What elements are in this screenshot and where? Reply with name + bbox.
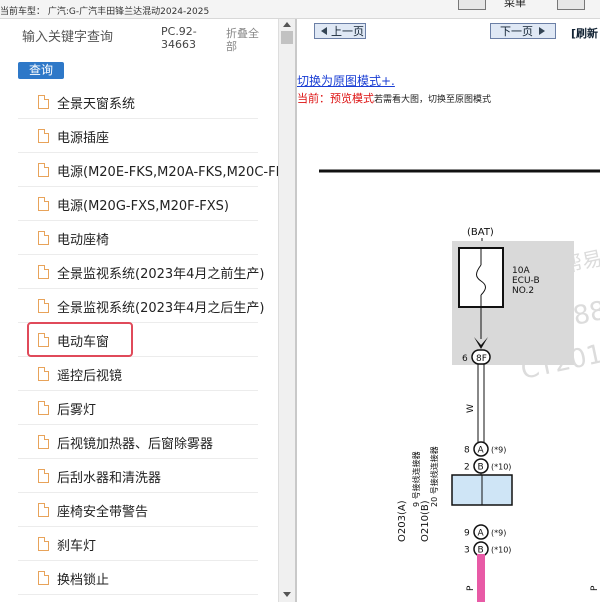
document-icon (38, 367, 49, 381)
tree-list: 全景天窗系统 电源插座电源(M20E-FKS,M20A-FKS,M20C-FKS 电… (0, 64, 278, 602)
connector-name: 9 号接线连接器 (411, 451, 421, 507)
manual-code-line: 34663 (161, 38, 196, 51)
bat-label: (BAT) (467, 227, 494, 238)
terminal-code: 8F (476, 354, 487, 364)
wire-p-color: P (466, 585, 476, 591)
connector-id: O210(B) (420, 500, 431, 542)
manual-code-line: PC.92- (161, 25, 197, 38)
tree-item-label: 电源(M20E-FKS,M20A-FKS,M20C-FKS (57, 165, 278, 180)
tree-item-label: 电源插座 (57, 131, 110, 146)
document-icon (38, 401, 49, 415)
fuse-name: ECU-B (512, 276, 540, 286)
scroll-up-icon[interactable] (283, 22, 291, 27)
tree-item-label: 后刮水器和清洗器 (57, 471, 162, 486)
document-icon (38, 503, 49, 517)
connector-pin-note: (*10) (491, 546, 511, 555)
connector-pin-note: (*10) (491, 463, 511, 472)
tree-item-label: 电动车窗 (57, 335, 110, 350)
connector-pin-number: 9 (464, 529, 470, 539)
tree-item-label: 后雾灯 (57, 403, 97, 418)
connector-pin-number: 3 (464, 546, 470, 556)
document-icon (38, 197, 49, 211)
document-icon (38, 231, 49, 245)
tree-item[interactable]: 全景监视系统(2023年4月之前生产) (18, 255, 265, 289)
tree-item-label: 电源(M20G-FXS,M20F-FXS) (57, 199, 229, 214)
connector-pin-note: (*9) (491, 446, 506, 455)
menu-button[interactable]: 菜单 (504, 0, 526, 10)
tree-item[interactable]: 后视镜加热器、后窗除雾器 (18, 425, 258, 459)
connector-pin-code: B (478, 463, 484, 473)
fuse-number: NO.2 (512, 286, 534, 296)
document-icon (38, 163, 49, 177)
wiring-diagram: 汽修帮易 car388.c CY201 (BAT) 10A ECU-B NO.2… (319, 169, 600, 602)
tree-item[interactable]: 后雾灯 (18, 391, 258, 425)
document-icon (38, 299, 49, 313)
tree-item[interactable]: 电源(M20E-FKS,M20A-FKS,M20C-FKS (18, 153, 278, 187)
tree-item[interactable]: 电动座椅 (18, 221, 258, 255)
connector-name: 20 号接线连接器 (429, 446, 439, 507)
fuse-rating: 10A (512, 266, 530, 276)
tree-item[interactable]: 刹车灯 (18, 527, 258, 561)
connector-pin-note: (*9) (491, 529, 506, 538)
toolbar-button[interactable] (557, 0, 585, 10)
tree-item-label: 全景监视系统(2023年4月之后生产) (57, 301, 265, 316)
document-icon (38, 469, 49, 483)
document-icon (38, 265, 49, 279)
tree-item[interactable]: 后刮水器和清洗器 (18, 459, 258, 493)
top-bar: 当前车型： 广汽:G-广汽丰田锋兰达混动2024-2025 菜单 (0, 0, 600, 19)
tree-item[interactable]: 全景监视系统(2023年4月之后生产) (18, 289, 265, 323)
wire-p (477, 554, 485, 602)
tree-item[interactable]: 电源(M20G-FXS,M20F-FXS) (18, 187, 258, 221)
terminal-pin: 6 (462, 354, 468, 364)
app-window: 当前车型： 广汽:G-广汽丰田锋兰达混动2024-2025 菜单 输入关键字查询… (0, 0, 600, 602)
tree-item[interactable]: 座椅安全带警告 (18, 493, 258, 527)
tree-item[interactable]: 电源插座 (18, 119, 258, 153)
tree-item[interactable]: 全景天窗系统 (18, 85, 258, 119)
wire-p-color: P (590, 585, 600, 591)
tree-item-label: 后视镜加热器、后窗除雾器 (57, 437, 214, 452)
document-icon (38, 129, 49, 143)
document-icon (38, 571, 49, 585)
tree-item-label: 全景监视系统(2023年4月之前生产) (57, 267, 265, 282)
connector-pin-number: 2 (464, 463, 470, 473)
toolbar-button[interactable] (458, 0, 486, 10)
connector-pin-code: A (478, 529, 485, 539)
sidebar: 输入关键字查询 查询 PC.92- 34663 折叠全 部 全景天窗系统 电源插座… (0, 19, 278, 602)
document-icon (38, 333, 49, 347)
search-input[interactable]: 输入关键字查询 (22, 26, 113, 45)
scroll-down-icon[interactable] (283, 592, 291, 597)
sidebar-scrollbar[interactable] (278, 19, 296, 602)
tree-item-label: 座椅安全带警告 (57, 505, 149, 520)
tree-item-label: 全景天窗系统 (57, 97, 136, 112)
tree-item[interactable]: 遥控后视镜 (18, 357, 258, 391)
scroll-thumb[interactable] (281, 31, 293, 44)
document-icon (38, 95, 49, 109)
tree-item[interactable]: 换档锁止 (18, 561, 258, 595)
document-icon (38, 435, 49, 449)
document-icon (38, 537, 49, 551)
wire-w-color: W (466, 404, 476, 413)
current-vehicle-label: 当前车型： 广汽:G-广汽丰田锋兰达混动2024-2025 (0, 7, 210, 17)
tree-item-label: 遥控后视镜 (57, 369, 123, 384)
connector-pin-code: A (478, 446, 485, 456)
tree-item-label: 电动座椅 (57, 233, 110, 248)
collapse-all-button[interactable]: 部 (226, 38, 237, 54)
tree-item-label: 刹车灯 (57, 539, 97, 554)
tree-item[interactable]: 电动车窗 (18, 322, 258, 357)
connector-id: O203(A) (397, 500, 408, 542)
connector-pin-number: 8 (464, 446, 470, 456)
tree-item-label: 换档锁止 (57, 573, 110, 588)
diagram-viewer: 上一页 下一页 [刷新 切换为原图模式+. 当前：预览模式若需看大图，切换至原图… (297, 19, 600, 602)
